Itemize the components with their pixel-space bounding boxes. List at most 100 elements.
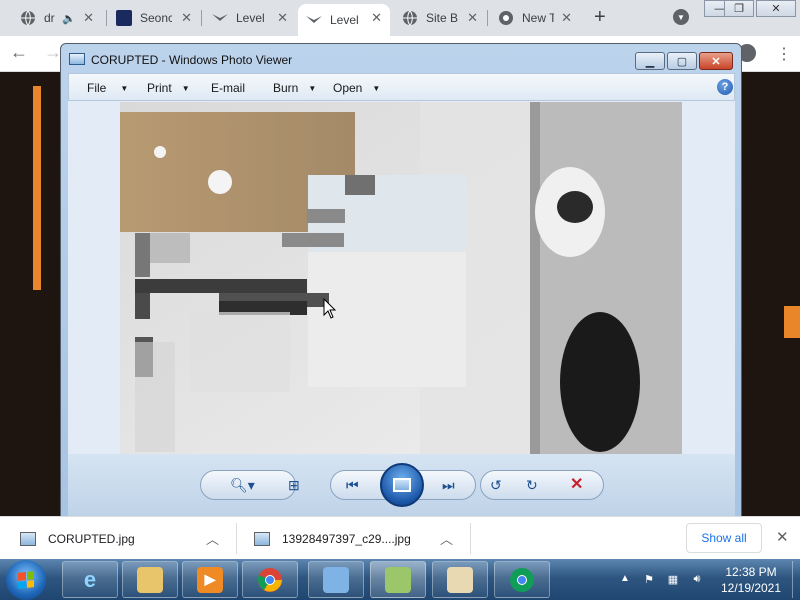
show-desktop-button[interactable] (792, 561, 800, 598)
download-filename: 13928497397_c29....jpg (282, 531, 411, 546)
corrupted-photo (120, 102, 690, 454)
globe-icon (402, 10, 418, 26)
tab-title: Level (330, 13, 359, 27)
rotate-clockwise-icon[interactable]: ↻ (526, 477, 538, 494)
windows-logo-icon (18, 571, 34, 589)
action-center-icon[interactable]: ⚑ (642, 572, 656, 586)
browser-tab[interactable]: Level ✕ (204, 4, 296, 32)
site-logo-icon (116, 10, 132, 26)
file-explorer-icon (137, 566, 163, 593)
viewer-close-button[interactable]: ✕ (699, 52, 733, 70)
close-tab-icon[interactable]: ✕ (561, 10, 572, 26)
show-all-downloads-button[interactable]: Show all (686, 523, 762, 553)
feedback-tab[interactable] (784, 306, 800, 338)
previous-icon[interactable]: ⏮ (346, 477, 359, 494)
download-options-icon[interactable]: ︿ (206, 529, 219, 548)
menu-email[interactable]: E-mail (211, 81, 245, 95)
download-options-icon[interactable]: ︿ (440, 529, 453, 548)
paint-icon (447, 566, 473, 593)
close-downloads-bar-icon[interactable]: ✕ (776, 528, 789, 546)
photo-viewer-app-icon (69, 53, 85, 65)
slideshow-button[interactable] (380, 463, 424, 507)
menu-open[interactable]: Open ▼ (333, 81, 380, 95)
start-button[interactable] (6, 560, 46, 600)
actual-size-icon[interactable]: ⊞ (288, 477, 300, 494)
browser-tab-active[interactable]: Level ✕ (298, 4, 390, 36)
photo-viewer-window: CORUPTED - Windows Photo Viewer ▁ ▢ ✕ Fi… (60, 43, 742, 517)
clock-time: 12:38 PM (725, 565, 777, 579)
taskbar-paint[interactable] (432, 561, 488, 598)
image-file-icon (20, 531, 36, 546)
close-tab-icon[interactable]: ✕ (277, 10, 288, 26)
viewer-minimize-button[interactable]: ▁ (635, 52, 665, 70)
zoom-icon[interactable]: 🔍︎▾ (230, 477, 255, 494)
menu-file[interactable]: File ▼ (87, 81, 128, 95)
taskbar-internet-explorer[interactable]: e (62, 561, 118, 598)
browser-tab[interactable]: Site B ✕ (394, 4, 486, 32)
slideshow-icon (393, 478, 411, 492)
speaker-icon: 🔈 (62, 12, 76, 25)
taskbar-photo-viewer[interactable] (370, 561, 426, 598)
screen: dr 🔈 ✕ Seonc ✕ Level ✕ Level ✕ Site B ✕ … (0, 0, 800, 600)
browser-tab[interactable]: Seonc ✕ (108, 4, 200, 32)
tab-title: Seonc (140, 11, 172, 25)
download-item[interactable]: CORUPTED.jpg (20, 517, 135, 560)
chrome-alt-icon (509, 567, 535, 593)
bird-icon (306, 12, 322, 28)
photo-viewer-titlebar[interactable]: CORUPTED - Windows Photo Viewer ▁ ▢ ✕ (61, 44, 741, 72)
network-icon[interactable]: ▦ (666, 572, 680, 586)
accent-stripe (33, 86, 41, 290)
tab-search-icon[interactable]: ▼ (673, 9, 689, 25)
tray-overflow-icon[interactable]: ▲ (620, 573, 630, 584)
taskbar-chrome-alt[interactable] (494, 561, 550, 598)
menu-print[interactable]: Print ▼ (147, 81, 190, 95)
photo-viewer-icon (385, 566, 411, 593)
viewer-control-bar: 🔍︎▾ ⊞ ⏮ ⏭ ↺ ↻ ✕ (68, 454, 735, 516)
taskbar-media-player[interactable]: ▶ (182, 561, 238, 598)
taskbar-control-panel[interactable] (308, 561, 364, 598)
viewer-maximize-button[interactable]: ▢ (667, 52, 697, 70)
taskbar-file-explorer[interactable] (122, 561, 178, 598)
system-clock[interactable]: 12:38 PM 12/19/2021 (716, 564, 786, 596)
image-file-icon (254, 531, 270, 546)
close-tab-icon[interactable]: ✕ (467, 10, 478, 26)
delete-icon[interactable]: ✕ (570, 474, 583, 494)
download-item[interactable]: 13928497397_c29....jpg (254, 517, 411, 560)
tab-title: Level (236, 11, 265, 25)
next-icon[interactable]: ⏭ (442, 477, 455, 494)
chrome-icon (257, 567, 283, 593)
close-window-button[interactable]: ✕ (756, 0, 796, 17)
browser-tab-strip: dr 🔈 ✕ Seonc ✕ Level ✕ Level ✕ Site B ✕ … (0, 0, 800, 36)
more-menu-icon[interactable]: ⋮ (776, 44, 792, 64)
window-title: CORUPTED - Windows Photo Viewer (91, 53, 293, 67)
close-tab-icon[interactable]: ✕ (371, 10, 382, 26)
image-viewport (68, 101, 735, 454)
globe-icon (20, 10, 36, 26)
viewer-menu-bar: File ▼ Print ▼ E-mail Burn ▼ Open ▼ ? (68, 73, 735, 101)
close-tab-icon[interactable]: ✕ (83, 10, 94, 26)
browser-tab[interactable]: New T ✕ (490, 4, 580, 32)
tab-title: New T (522, 11, 554, 25)
maximize-window-button[interactable]: ❐ (724, 0, 754, 17)
download-filename: CORUPTED.jpg (48, 531, 135, 546)
menu-burn[interactable]: Burn ▼ (273, 81, 316, 95)
downloads-bar: CORUPTED.jpg ︿ 13928497397_c29....jpg ︿ … (0, 516, 800, 559)
windows-taskbar: e ▶ ▲ ⚑ ▦ 🔊︎ 12:38 PM 12/19/2021 (0, 559, 800, 600)
bird-icon (212, 10, 228, 26)
help-icon[interactable]: ? (717, 79, 733, 95)
browser-tab[interactable]: dr 🔈 ✕ (12, 4, 102, 32)
tab-title: Site B (426, 11, 458, 25)
taskbar-chrome[interactable] (242, 561, 298, 598)
back-arrow-icon[interactable]: ← (10, 42, 28, 63)
new-tab-button[interactable]: + (594, 6, 606, 29)
rotate-counterclockwise-icon[interactable]: ↺ (490, 477, 502, 494)
clock-date: 12/19/2021 (720, 581, 782, 595)
close-tab-icon[interactable]: ✕ (181, 10, 192, 26)
control-panel-icon (323, 566, 349, 593)
volume-icon[interactable]: 🔊︎ (690, 572, 704, 586)
chrome-icon (498, 10, 514, 26)
internet-explorer-icon: e (83, 566, 97, 592)
tab-title: dr (44, 11, 55, 25)
media-player-icon: ▶ (197, 566, 223, 593)
mouse-cursor-icon (323, 298, 337, 319)
